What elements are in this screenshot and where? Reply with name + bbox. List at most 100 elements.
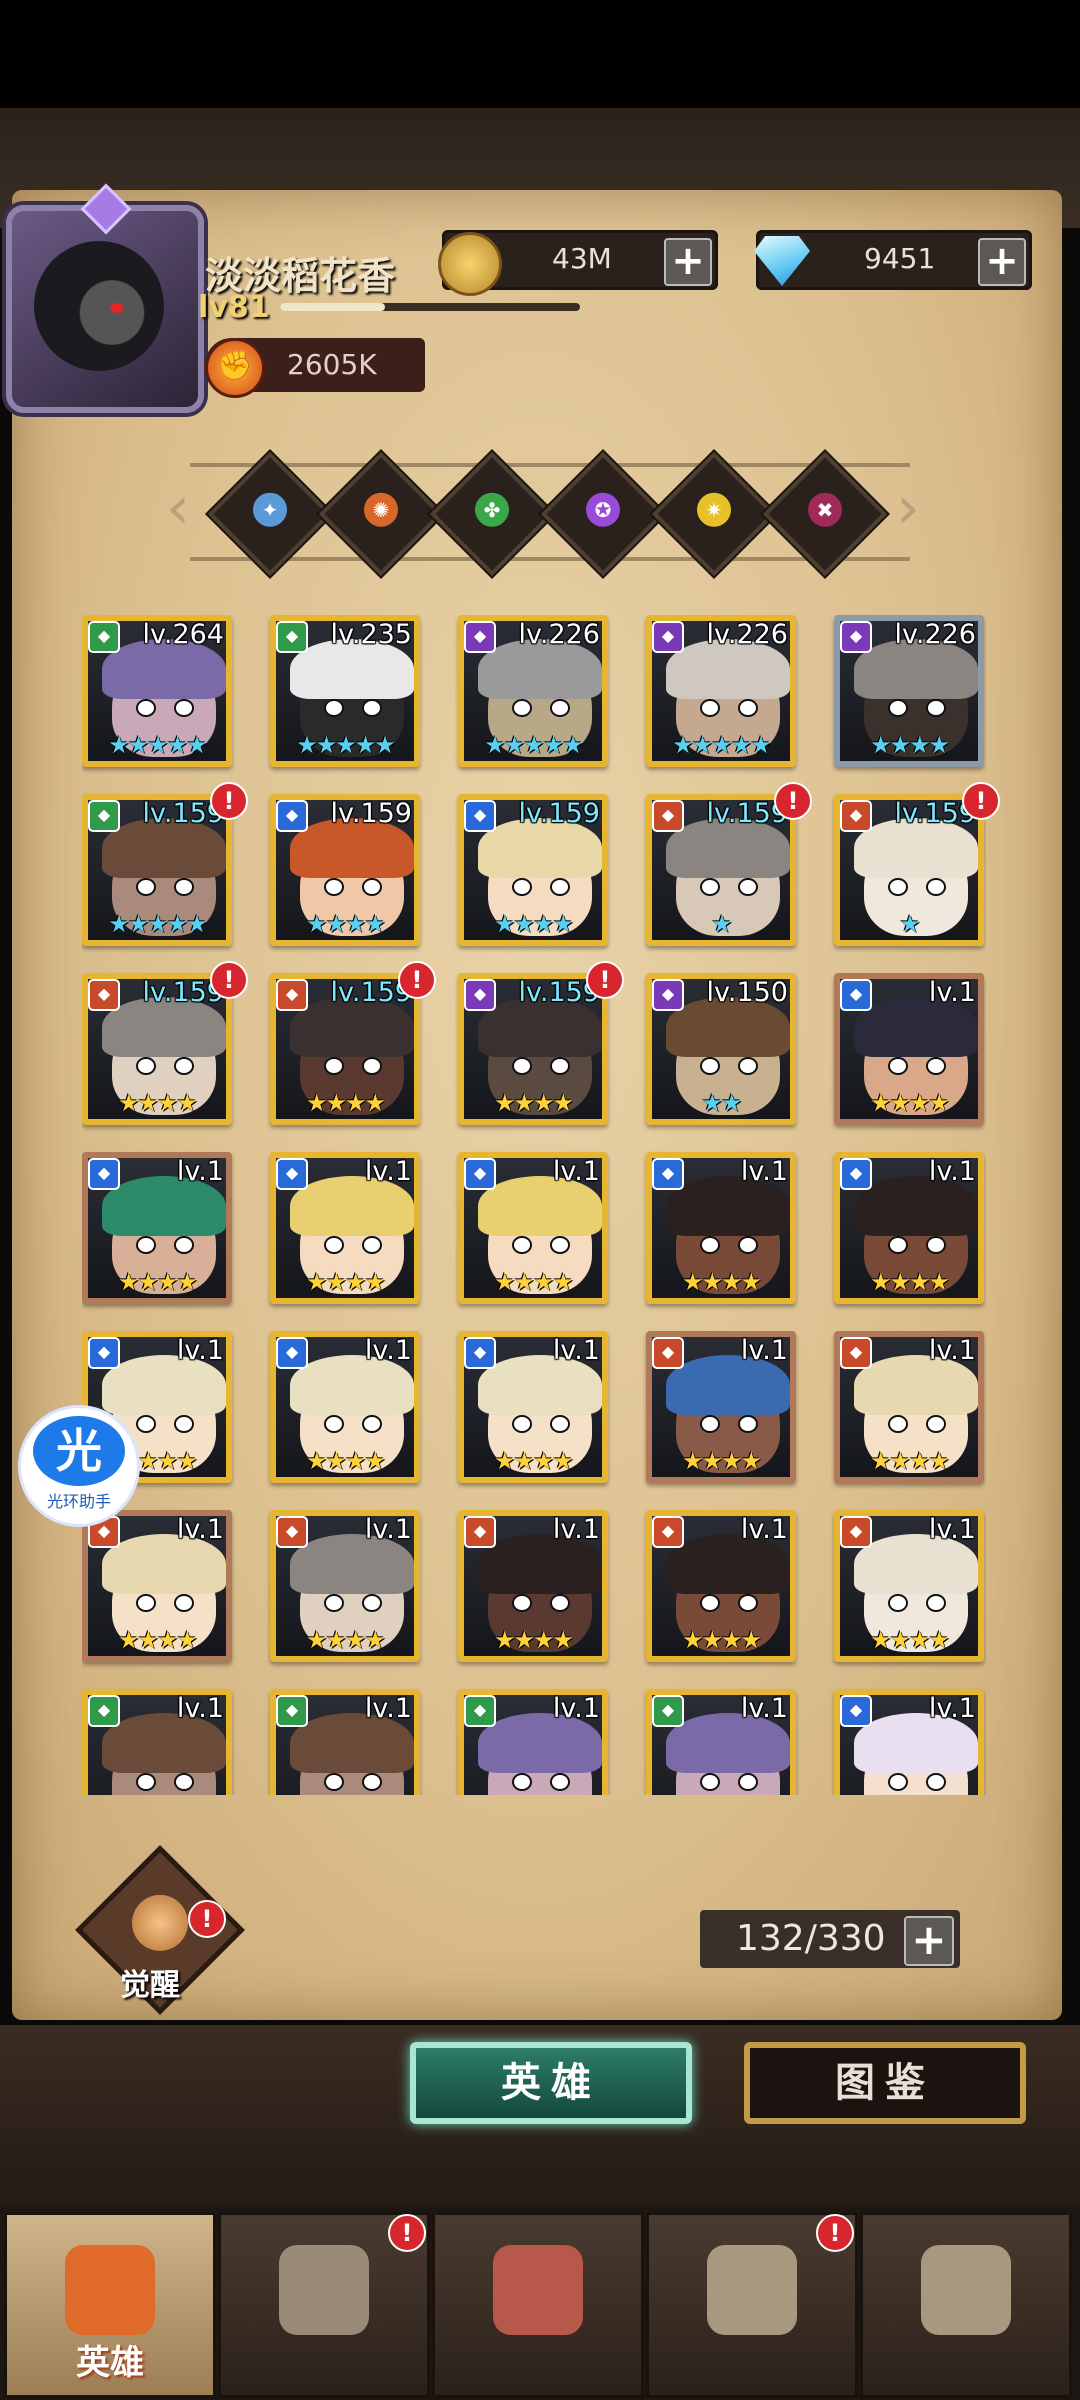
hero-eye [550,1415,570,1433]
hero-eye [174,1594,194,1612]
hero-card[interactable]: ◆ lv.1 ★★★★ [458,1152,608,1304]
hero-capacity-value: 132/330 [736,1918,886,1959]
avatar-portrait [34,241,164,371]
hero-card[interactable]: ◆ lv.159 ★★★★ [82,973,232,1125]
arcane-element-icon: ✪ [586,492,620,527]
hero-stars: ★★★★ [117,1626,198,1654]
hero-stars: ★★★★ [117,1268,198,1296]
element-icon: ◆ [840,800,872,832]
element-icon: ◆ [276,621,308,653]
hero-level: lv.150 [706,977,788,1008]
hero-card[interactable]: ◆ lv.1 [270,1689,420,1795]
element-icon: ◆ [276,1516,308,1548]
hero-card[interactable]: ◆ lv.1 ★★★★ [458,1331,608,1483]
hero-card[interactable]: ◆ lv.226 ★★★★★ [646,615,796,767]
hero-card[interactable]: ◆ lv.1 ★★★★ [82,1152,232,1304]
add-diamond-button[interactable]: + [978,238,1026,286]
hero-eye [550,1236,570,1254]
hero-stars: ★★★★ [869,731,950,759]
hero-eye [512,1057,532,1075]
hero-card[interactable]: ◆ lv.159 ★★★★ [458,973,608,1125]
hero-card[interactable]: ◆ lv.1 ★★★★ [458,1510,608,1662]
element-icon: ◆ [464,800,496,832]
hero-eye [362,699,382,717]
hero-eye [926,1773,946,1791]
hero-eye [550,1773,570,1791]
diamond-value: 9451 [864,242,936,275]
hero-card[interactable]: ◆ lv.226 ★★★★★ [458,615,608,767]
nature-element-icon: ✤ [475,492,509,527]
add-gold-button[interactable]: + [664,238,712,286]
hero-card[interactable]: ◆ lv.1 [646,1689,796,1795]
assistant-floating-button[interactable]: 光 光环助手 [18,1405,140,1527]
hero-eye [136,699,156,717]
hero-eye [738,1236,758,1254]
all-element-icon: ✦ [253,492,287,527]
hero-eye [512,1236,532,1254]
hero-card[interactable]: ◆ lv.1 [458,1689,608,1795]
element-icon: ◆ [276,800,308,832]
hero-eye [512,699,532,717]
hero-stars: ★★★★ [117,1089,198,1117]
hero-card[interactable]: ◆ lv.159 ★★★★★ [82,794,232,946]
hero-card[interactable]: ◆ lv.1 ★★★★ [834,1510,984,1662]
hero-card[interactable]: ◆ lv.235 ★★★★★ [270,615,420,767]
hero-eye [700,1236,720,1254]
hero-eye [926,1057,946,1075]
hero-card[interactable]: ◆ lv.1 ★★★★ [270,1510,420,1662]
hero-card[interactable]: ◆ lv.1 ★★★★ [270,1152,420,1304]
hero-eye [888,699,908,717]
hero-eye [362,1236,382,1254]
hero-alert-badge: ! [962,782,1000,820]
hero-level: lv.1 [740,1335,788,1366]
tab-codex[interactable]: 图鉴 [744,2042,1026,2124]
hero-card[interactable]: ◆ lv.1 ★★★★ [646,1331,796,1483]
hero-level: lv.226 [706,619,788,650]
hero-card[interactable]: ◆ lv.264 ★★★★★ [82,615,232,767]
hero-card[interactable]: ◆ lv.1 ★★★★ [834,1331,984,1483]
hero-card[interactable]: ◆ lv.1 [82,1689,232,1795]
hero-card[interactable]: ◆ lv.226 ★★★★ [834,615,984,767]
hero-card[interactable]: ◆ lv.150 ★★ [646,973,796,1125]
hero-stars: ★★★★ [869,1447,950,1475]
hero-card[interactable]: ◆ lv.1 ★★★★ [82,1510,232,1662]
gold-coin-icon [438,232,502,296]
dark-element-icon: ✖ [808,492,842,527]
avatar-eye [110,303,124,313]
hero-stars: ★ [899,910,921,938]
hero-card[interactable]: ◆ lv.1 ★★★★ [834,1152,984,1304]
hero-card[interactable]: ◆ lv.1 ★★★★ [646,1510,796,1662]
hero-eye [700,1594,720,1612]
nav-heroes[interactable]: 英雄 [4,2212,216,2398]
hero-eye [136,1773,156,1791]
hero-card[interactable]: ◆ lv.1 ★★★★ [646,1152,796,1304]
hero-card[interactable]: ◆ lv.1 [834,1689,984,1795]
chevron-left-icon[interactable]: ‹ [166,478,206,538]
hero-eye [174,1415,194,1433]
nav-guild-icon [921,2245,1011,2335]
nav-battle[interactable] [432,2212,644,2398]
hero-stars: ★★★★ [493,1089,574,1117]
nav-heroes-icon [65,2245,155,2335]
hero-card[interactable]: ◆ lv.159 ★★★★ [270,973,420,1125]
hero-card[interactable]: ◆ lv.159 ★★★★ [458,794,608,946]
nav-castle-icon [707,2245,797,2335]
hero-eye [926,878,946,896]
hero-card[interactable]: ◆ lv.159 ★ [646,794,796,946]
nav-guild[interactable] [860,2212,1072,2398]
player-avatar[interactable] [6,183,204,413]
chevron-right-icon[interactable]: › [896,478,936,538]
player-level: lv81 [198,290,270,325]
tab-heroes[interactable]: 英雄 [410,2042,692,2124]
hero-stars: ★★★★ [681,1626,762,1654]
nav-adventure-icon [279,2245,369,2335]
hero-card[interactable]: ◆ lv.1 ★★★★ [270,1331,420,1483]
hero-alert-badge: ! [398,961,436,999]
element-icon: ◆ [840,1158,872,1190]
hero-card[interactable]: ◆ lv.1 ★★★★ [834,973,984,1125]
hero-card[interactable]: ◆ lv.159 ★★★★ [270,794,420,946]
hero-eye [700,878,720,896]
hero-card[interactable]: ◆ lv.159 ★ [834,794,984,946]
expand-capacity-button[interactable]: + [904,1916,954,1966]
hero-eye [324,1057,344,1075]
